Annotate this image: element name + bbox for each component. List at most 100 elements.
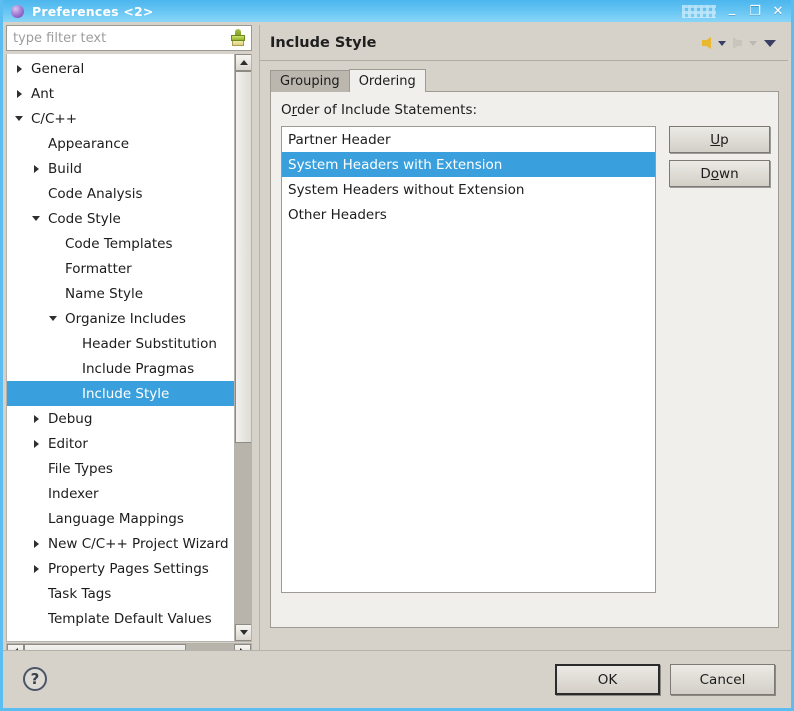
tree-expand-arrow-right-icon[interactable] — [28, 539, 44, 548]
dialog-body: General Ant C/C++ Appearance Build Code Analy… — [3, 22, 791, 708]
sidebar-item-include-pragmas[interactable]: Include Pragmas — [7, 356, 235, 381]
sidebar-item-label: Include Style — [82, 385, 170, 402]
tree-expand-arrow-right-icon[interactable] — [28, 439, 44, 448]
sidebar-item-ant[interactable]: Ant — [7, 81, 235, 106]
tree-expand-arrow-right-icon[interactable] — [28, 414, 44, 423]
forward-dropdown-chevron-down-icon[interactable] — [749, 40, 757, 46]
order-label-pre: O — [281, 102, 292, 118]
sidebar-item-code-templates[interactable]: Code Templates — [7, 231, 235, 256]
sidebar-item-code-analysis[interactable]: Code Analysis — [7, 181, 235, 206]
sidebar-item-label: Property Pages Settings — [48, 560, 209, 577]
list-side-buttons: Up Do wn — [669, 126, 770, 194]
back-arrow-icon[interactable] — [702, 37, 711, 49]
sidebar-item-label: Name Style — [65, 285, 144, 302]
clear-filter-broom-icon[interactable] — [227, 26, 249, 50]
sidebar-item-label: Template Default Values — [48, 610, 212, 627]
move-up-button[interactable]: Up — [669, 126, 770, 153]
scroll-thumb[interactable] — [235, 71, 251, 443]
sidebar-item-include-style[interactable]: Include Style — [7, 381, 235, 406]
tab-ordering[interactable]: Ordering — [348, 69, 426, 92]
sphere-icon — [11, 4, 24, 18]
sidebar-item-name-style[interactable]: Name Style — [7, 281, 235, 306]
help-question-icon[interactable]: ? — [23, 667, 47, 691]
sidebar-item-label: General — [31, 60, 85, 77]
close-button[interactable]: ✕ — [771, 5, 785, 18]
sidebar-item-header-substitution[interactable]: Header Substitution — [7, 331, 235, 356]
sidebar-item-label: Code Analysis — [48, 185, 143, 202]
sidebar-item-task-tags[interactable]: Task Tags — [7, 581, 235, 606]
move-down-button[interactable]: Do wn — [669, 160, 770, 187]
page-title: Include Style — [270, 34, 377, 51]
button-label-post: wn — [719, 165, 739, 182]
page-nav-icons — [702, 25, 776, 61]
sidebar-item-property-pages-settings[interactable]: Property Pages Settings — [7, 556, 235, 581]
sidebar-item-indexer[interactable]: Indexer — [7, 481, 235, 506]
tree-expand-arrow-right-icon[interactable] — [28, 164, 44, 173]
sidebar-item-label: Debug — [48, 410, 93, 427]
title-bar[interactable]: Preferences <2> _ ❐ ✕ — [3, 0, 791, 22]
button-label-post: p — [720, 131, 729, 148]
sidebar-item-label: Code Templates — [65, 235, 173, 252]
page-header: Include Style — [260, 25, 788, 61]
window-title: Preferences <2> — [32, 3, 154, 19]
list-item[interactable]: System Headers with Extension — [282, 152, 655, 177]
tree-items: General Ant C/C++ Appearance Build Code Analy… — [7, 54, 235, 641]
sidebar-item-label: Appearance — [48, 135, 130, 152]
scroll-down-button[interactable] — [235, 624, 251, 641]
ok-button[interactable]: OK — [555, 664, 660, 695]
sidebar-item-label: Indexer — [48, 485, 99, 502]
sidebar-item-label: Task Tags — [48, 585, 112, 602]
list-item[interactable]: Other Headers — [282, 202, 655, 227]
sidebar-item-new-c-c-project-wizard[interactable]: New C/C++ Project Wizard — [7, 531, 235, 556]
minimize-button[interactable]: _ — [725, 2, 739, 20]
sidebar-item-debug[interactable]: Debug — [7, 406, 235, 431]
sidebar-item-label: Editor — [48, 435, 88, 452]
tree-collapse-arrow-down-icon[interactable] — [28, 216, 44, 221]
sidebar-item-editor[interactable]: Editor — [7, 431, 235, 456]
back-dropdown-chevron-down-icon[interactable] — [718, 40, 726, 46]
sidebar-item-label: File Types — [48, 460, 113, 477]
sidebar-item-appearance[interactable]: Appearance — [7, 131, 235, 156]
search-input[interactable] — [7, 27, 227, 49]
tab-label: Ordering — [358, 73, 416, 89]
list-item[interactable]: System Headers without Extension — [282, 177, 655, 202]
sidebar-item-general[interactable]: General — [7, 56, 235, 81]
sidebar-item-label: Organize Includes — [65, 310, 186, 327]
tab-label: Grouping — [280, 74, 340, 89]
sidebar-item-label: New C/C++ Project Wizard — [48, 535, 229, 552]
sidebar-item-label: Formatter — [65, 260, 132, 277]
scroll-up-button[interactable] — [235, 54, 251, 71]
filter-row — [6, 25, 252, 51]
tree-expand-arrow-right-icon[interactable] — [11, 64, 27, 73]
include-order-list[interactable]: Partner Header System Headers with Extens… — [281, 126, 656, 593]
preference-tree[interactable]: General Ant C/C++ Appearance Build Code Analy… — [6, 54, 252, 642]
tree-collapse-arrow-down-icon[interactable] — [11, 116, 27, 121]
list-item[interactable]: Partner Header — [282, 127, 655, 152]
dotted-grip-icon — [682, 4, 716, 18]
sidebar-item-build[interactable]: Build — [7, 156, 235, 181]
sidebar-item-code-style[interactable]: Code Style — [7, 206, 235, 231]
maximize-button[interactable]: ❐ — [748, 5, 762, 18]
tree-expand-arrow-right-icon[interactable] — [11, 89, 27, 98]
button-label-mnemonic: A — [690, 708, 699, 709]
cancel-button[interactable]: Cancel — [670, 664, 775, 695]
list-item-label: Other Headers — [288, 206, 387, 223]
sidebar-item-file-types[interactable]: File Types — [7, 456, 235, 481]
tree-expand-arrow-right-icon[interactable] — [28, 564, 44, 573]
sidebar-item-formatter[interactable]: Formatter — [7, 256, 235, 281]
dialog-footer: ? OK Cancel — [3, 650, 791, 708]
sidebar-item-language-mappings[interactable]: Language Mappings — [7, 506, 235, 531]
sidebar-item-label: Code Style — [48, 210, 121, 227]
view-menu-chevron-down-icon[interactable] — [764, 39, 776, 47]
sidebar-item-label: C/C++ — [31, 110, 78, 127]
sidebar-item-c-c[interactable]: C/C++ — [7, 106, 235, 131]
sidebar-item-organize-includes[interactable]: Organize Includes — [7, 306, 235, 331]
tree-vertical-scrollbar[interactable] — [234, 54, 251, 641]
scroll-track[interactable] — [235, 71, 251, 624]
sidebar-item-label: Language Mappings — [48, 510, 184, 527]
tree-collapse-arrow-down-icon[interactable] — [45, 316, 61, 321]
sidebar-item-label: Ant — [31, 85, 55, 102]
tab-grouping[interactable]: Grouping — [270, 70, 350, 92]
forward-arrow-icon[interactable] — [733, 37, 742, 49]
sidebar-item-template-default-values[interactable]: Template Default Values — [7, 606, 235, 631]
